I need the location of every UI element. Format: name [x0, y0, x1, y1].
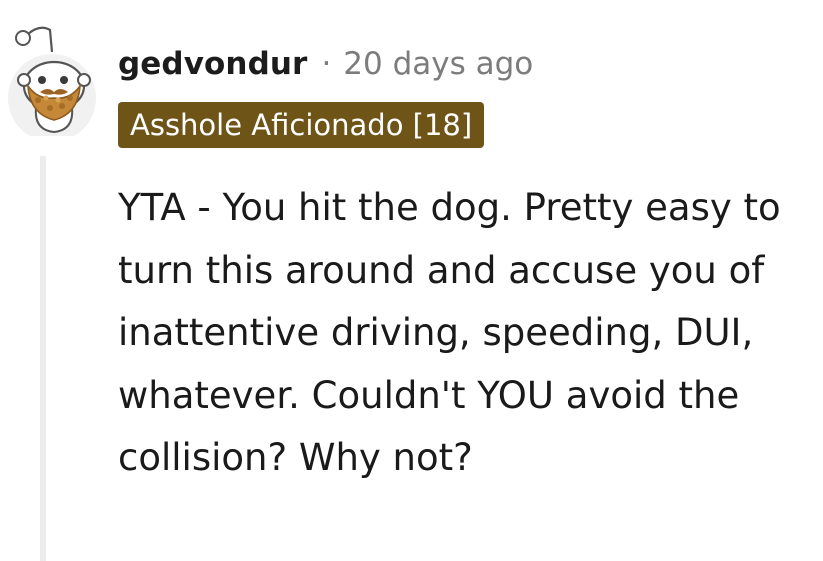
comment-body: YTA - You hit the dog. Pretty easy to tu…: [118, 186, 781, 479]
thread-line[interactable]: [40, 156, 46, 561]
user-avatar[interactable]: [6, 18, 98, 142]
author-username[interactable]: gedvondur: [118, 46, 307, 82]
user-flair: Asshole Aficionado [18]: [118, 102, 485, 148]
comment: gedvondur · 20 days ago Asshole Aficiona…: [0, 0, 823, 561]
meta-separator: ·: [321, 46, 332, 82]
comment-timestamp[interactable]: 20 days ago: [343, 46, 533, 82]
comment-meta: gedvondur · 20 days ago: [118, 40, 533, 88]
snoo-avatar-icon: [8, 26, 96, 142]
